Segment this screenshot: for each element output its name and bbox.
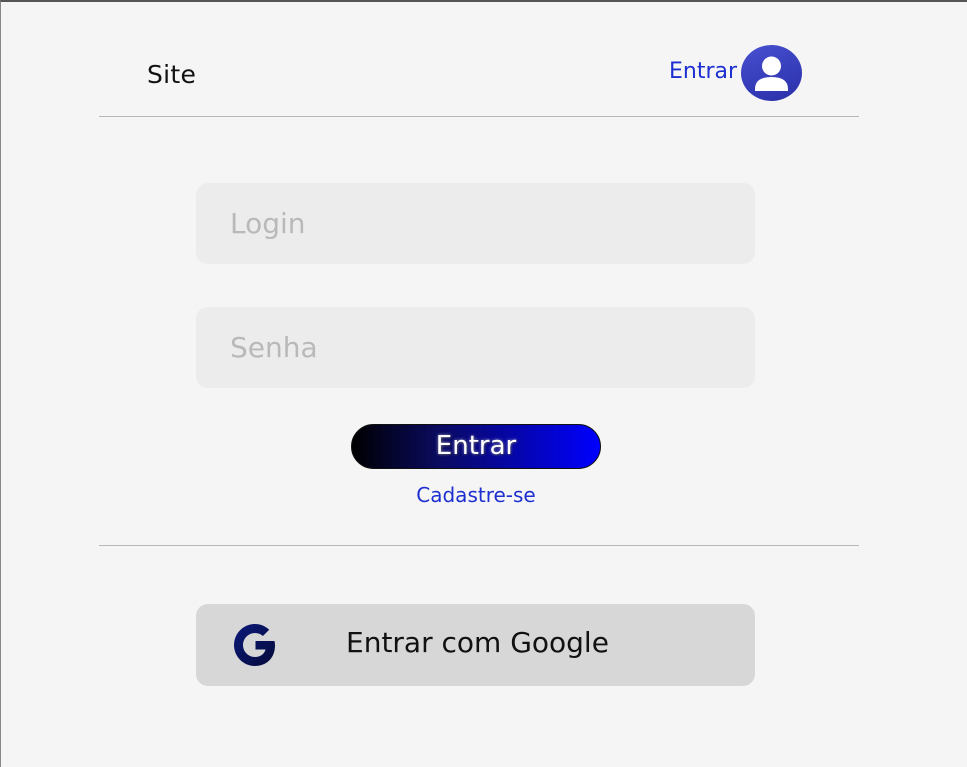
user-avatar-icon[interactable] xyxy=(741,45,802,101)
google-icon xyxy=(234,624,275,666)
google-login-label: Entrar com Google xyxy=(346,626,609,659)
login-input[interactable] xyxy=(196,183,755,264)
section-divider xyxy=(99,545,859,546)
header-login-link[interactable]: Entrar xyxy=(669,59,737,84)
signup-link[interactable]: Cadastre-se xyxy=(351,483,601,507)
header-divider xyxy=(99,116,859,117)
login-submit-button[interactable]: Entrar xyxy=(351,424,601,469)
site-title: Site xyxy=(147,60,197,89)
google-login-button[interactable]: Entrar com Google xyxy=(196,604,755,686)
password-input[interactable] xyxy=(196,307,755,388)
header: Site Entrar xyxy=(1,2,967,117)
